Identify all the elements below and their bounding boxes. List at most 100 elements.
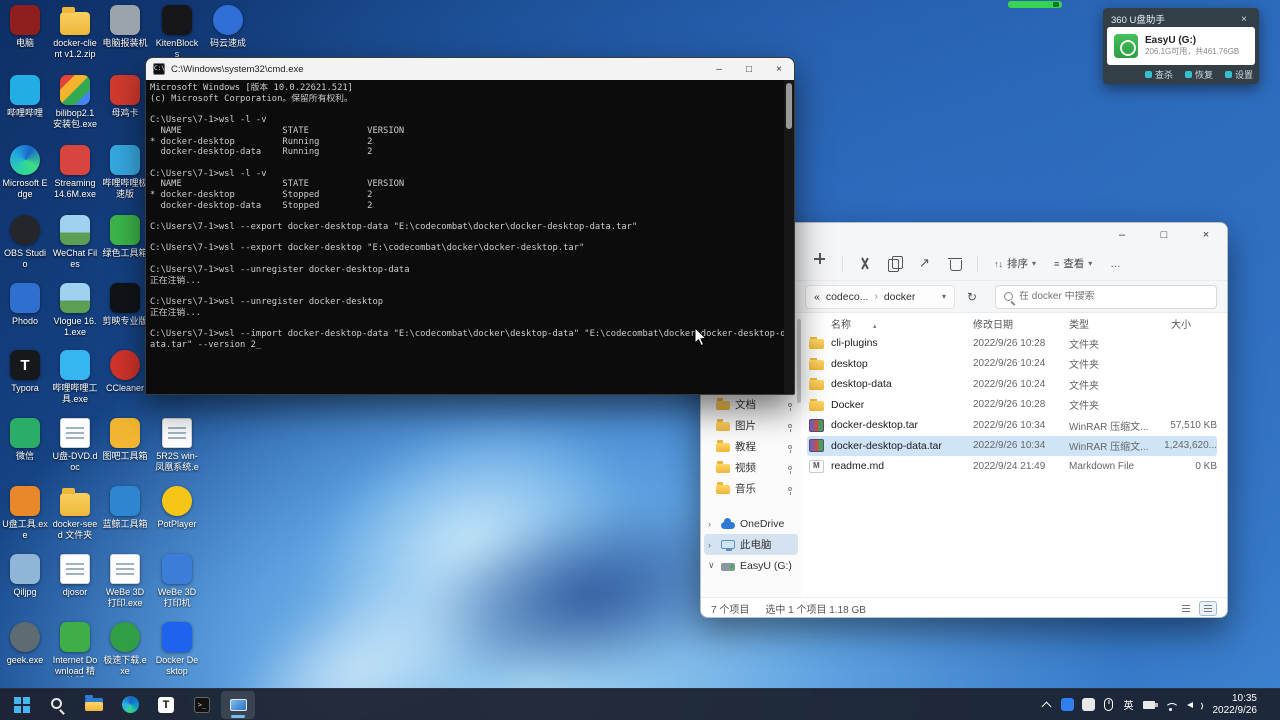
- desktop-icon[interactable]: 电脑: [2, 5, 48, 49]
- settings-button[interactable]: 设置: [1224, 68, 1253, 81]
- details-view-toggle[interactable]: [1199, 601, 1217, 616]
- wifi-icon[interactable]: [1163, 693, 1179, 717]
- desktop-icon[interactable]: 极速下载.exe: [102, 622, 148, 676]
- ime-indicator[interactable]: 英: [1123, 693, 1135, 717]
- desktop-icon[interactable]: WeBe 3D 打印机: [154, 554, 200, 608]
- share-button[interactable]: [912, 252, 938, 276]
- column-header-type[interactable]: 类型: [1069, 316, 1153, 331]
- desktop-icon[interactable]: 哔哩哔哩工具.exe: [52, 350, 98, 404]
- typora-icon[interactable]: T: [149, 691, 183, 719]
- expand-chevron-icon[interactable]: ›: [708, 540, 716, 550]
- desktop-icon[interactable]: CCleaner: [102, 350, 148, 394]
- tray-app-icon-white[interactable]: [1081, 693, 1095, 717]
- sidebar-scrollbar[interactable]: [797, 319, 801, 403]
- maximize-button[interactable]: □: [1143, 223, 1185, 247]
- sidebar-item-videos[interactable]: 视频: [704, 457, 798, 478]
- tray-app-icon-blue[interactable]: [1060, 693, 1074, 717]
- column-header-name[interactable]: 名称 ▴: [807, 316, 973, 331]
- minimize-button[interactable]: –: [1101, 223, 1143, 247]
- cmd-titlebar[interactable]: C:\ C:\Windows\system32\cmd.exe – □ ×: [146, 58, 794, 80]
- desktop-icon[interactable]: Microsoft Edge: [2, 145, 48, 199]
- chevron-down-icon[interactable]: ▾: [942, 292, 946, 301]
- active-window-icon[interactable]: [221, 690, 255, 719]
- close-icon[interactable]: ×: [1237, 14, 1251, 25]
- close-button[interactable]: ×: [1185, 223, 1227, 247]
- desktop-icon[interactable]: WeBe 3D打印.exe: [102, 554, 148, 608]
- breadcrumb-parent[interactable]: codeco...: [826, 291, 869, 303]
- usb-drive-card[interactable]: EasyU (G:) 206.1G可用，共461.76GB: [1107, 27, 1255, 65]
- sort-button[interactable]: ↑↓ 排序 ▾: [987, 252, 1043, 276]
- view-button[interactable]: ≡ 查看 ▾: [1047, 252, 1099, 276]
- cut-button[interactable]: [852, 252, 878, 276]
- desktop-icon[interactable]: 哔哩哔哩: [2, 75, 48, 119]
- expand-chevron-icon[interactable]: ›: [708, 519, 716, 529]
- desktop-icon[interactable]: U盘工具.exe: [2, 486, 48, 540]
- tray-clock[interactable]: 10:35 2022/9/26: [1209, 693, 1262, 716]
- desktop-icon[interactable]: 码云速成: [205, 5, 251, 49]
- desktop[interactable]: desktop 2022/9/26 10:24 文件夹: [807, 354, 1217, 375]
- sidebar-item-this-pc[interactable]: › 此电脑: [704, 534, 798, 555]
- edge-icon[interactable]: [113, 691, 147, 719]
- start-button[interactable]: [5, 691, 39, 719]
- console-output[interactable]: Microsoft Windows [版本 10.0.22621.521] (c)…: [146, 80, 784, 394]
- desktop-icon[interactable]: Phodo: [2, 283, 48, 327]
- desktop-icon[interactable]: djosor: [52, 554, 98, 598]
- sidebar-item-easyu-drive[interactable]: ∨ EasyU (G:): [704, 555, 798, 576]
- tray-expand-icon[interactable]: [1041, 693, 1053, 717]
- desktop-icon[interactable]: PotPlayer: [154, 486, 200, 530]
- file-explorer-icon[interactable]: [77, 691, 111, 719]
- search-input[interactable]: [1019, 291, 1208, 302]
- scrollbar-thumb[interactable]: [786, 83, 792, 129]
- desktop-icon[interactable]: OBS Studio: [2, 215, 48, 269]
- search-box[interactable]: [995, 284, 1217, 309]
- list-view-toggle[interactable]: [1177, 601, 1195, 616]
- desktop-icon[interactable]: Qiljpg: [2, 554, 48, 598]
- desktop-icon[interactable]: U盘-DVD.doc: [52, 418, 98, 472]
- breadcrumb-current[interactable]: docker: [884, 291, 916, 303]
- sidebar-item-pictures[interactable]: 图片: [704, 415, 798, 436]
- column-header-size[interactable]: 大小: [1153, 316, 1217, 331]
- readme.md[interactable]: readme.md 2022/9/24 21:49 Markdown File …: [807, 456, 1217, 477]
- sidebar-item-music[interactable]: 音乐: [704, 478, 798, 499]
- Docker[interactable]: Docker 2022/9/26 10:28 文件夹: [807, 395, 1217, 416]
- sidebar-item-tutorials[interactable]: 教程: [704, 436, 798, 457]
- scan-button[interactable]: 查杀: [1144, 68, 1173, 81]
- new-button[interactable]: [807, 252, 833, 276]
- desktop-icon[interactable]: docker-seed 文件夹: [52, 486, 98, 540]
- desktop-icon[interactable]: 哔哩哔哩极速版: [102, 145, 148, 199]
- breadcrumb[interactable]: « codeco... › docker ▾: [805, 284, 955, 309]
- desktop-icon[interactable]: Docker Desktop: [154, 622, 200, 676]
- mouse-icon[interactable]: [1103, 693, 1115, 717]
- desktop-icon[interactable]: Vlogue 16.1.exe: [52, 283, 98, 337]
- desktop-icon[interactable]: KitenBlocks: [154, 5, 200, 59]
- close-button[interactable]: ×: [764, 58, 794, 80]
- breadcrumb-collapsed-icon[interactable]: «: [814, 291, 820, 303]
- desktop-icon[interactable]: 图吧工具箱: [102, 418, 148, 462]
- desktop-icon[interactable]: 蓝鲸工具箱: [102, 486, 148, 530]
- sidebar-item-documents[interactable]: 文档: [704, 394, 798, 415]
- desktop-icon[interactable]: 绿色工具箱: [102, 215, 148, 259]
- restore-button[interactable]: 恢复: [1184, 68, 1213, 81]
- desktop-data[interactable]: desktop-data 2022/9/26 10:24 文件夹: [807, 374, 1217, 395]
- desktop-icon[interactable]: 5R2S win-凤凰系统.exe: [154, 418, 200, 473]
- desktop-icon[interactable]: Internet Download 精简版: [52, 622, 98, 677]
- desktop-icon[interactable]: Streaming 14.6M.exe: [52, 145, 98, 199]
- expand-chevron-icon[interactable]: ∨: [708, 560, 716, 571]
- search-button[interactable]: [41, 691, 75, 719]
- docker-desktop-data.tar[interactable]: docker-desktop-data.tar 2022/9/26 10:34 …: [807, 435, 1217, 456]
- refresh-button[interactable]: ↻: [961, 286, 983, 308]
- cli-plugins[interactable]: cli-plugins 2022/9/26 10:28 文件夹: [807, 333, 1217, 354]
- cmd-icon[interactable]: >_: [185, 691, 219, 719]
- desktop-icon[interactable]: geek.exe: [2, 622, 48, 666]
- delete-button[interactable]: [942, 252, 968, 276]
- console-scrollbar[interactable]: [784, 80, 794, 394]
- usb-icon[interactable]: [1142, 693, 1158, 717]
- desktop-icon[interactable]: 母鸡卡: [102, 75, 148, 119]
- desktop-icon[interactable]: 微信: [2, 418, 48, 462]
- maximize-button[interactable]: □: [734, 58, 764, 80]
- desktop-icon[interactable]: 剪映专业版: [102, 283, 148, 327]
- volume-icon[interactable]: [1186, 693, 1203, 717]
- desktop-icon[interactable]: bilibop2.1 安装包.exe: [52, 75, 98, 129]
- copy-button[interactable]: [882, 252, 908, 276]
- minimize-button[interactable]: –: [704, 58, 734, 80]
